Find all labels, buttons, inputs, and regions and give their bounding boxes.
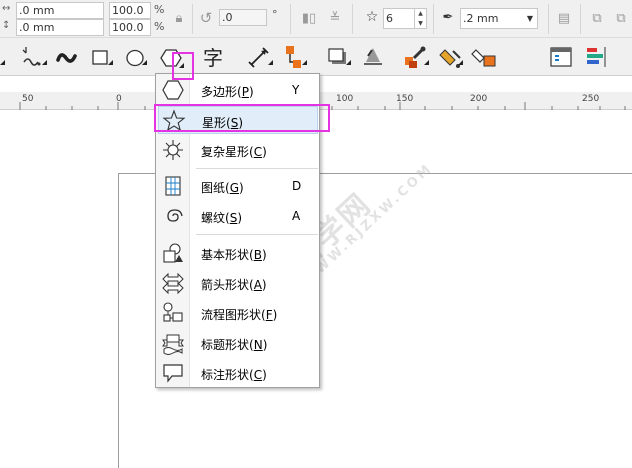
- menu-item-spiral[interactable]: 螺纹(S) A: [158, 202, 318, 230]
- mirror-vertical-icon[interactable]: ≚: [326, 10, 344, 27]
- rotation-field[interactable]: .0: [219, 9, 267, 26]
- menu-item-shortcut: Y: [292, 83, 300, 97]
- align-distribute-icon[interactable]: [582, 42, 612, 72]
- separator: [290, 4, 291, 34]
- flyout-triangle-icon[interactable]: [0, 60, 5, 65]
- menu-item-label: 复杂星形(C): [201, 145, 267, 159]
- menu-item-basic-shapes[interactable]: 基本形状(B): [158, 239, 318, 267]
- wrap-text-icon[interactable]: ▤: [555, 10, 573, 27]
- ruler-label: 200: [470, 94, 488, 104]
- star-points-spinner[interactable]: ▲ ▼: [414, 9, 426, 29]
- menu-item-polygon[interactable]: 多边形(P) Y: [158, 76, 318, 104]
- menu-item-label: 螺纹(S): [201, 211, 243, 225]
- rotate-icon: ↺: [199, 9, 213, 27]
- scale-x-percent: %: [154, 3, 165, 16]
- flyout-triangle-icon[interactable]: [268, 60, 273, 65]
- callout-shapes-icon: [161, 361, 185, 385]
- menu-item-label: 多边形(P): [201, 85, 254, 99]
- toolbox: 字: [0, 38, 632, 76]
- flyout-triangle-icon[interactable]: [42, 60, 47, 65]
- scale-y-field[interactable]: 100.0: [109, 19, 151, 36]
- property-bar: ↔ .0 mm ↕ .0 mm 100.0 % 100.0 % 🔒︎ ↺ .0 …: [0, 0, 632, 38]
- separator: [580, 4, 581, 34]
- menu-item-arrow-shapes[interactable]: 箭头形状(A): [158, 269, 318, 297]
- freehand-tool-icon[interactable]: [18, 42, 48, 72]
- menu-item-label: 标注形状(C): [201, 368, 267, 382]
- to-front-icon[interactable]: ⧉: [588, 10, 606, 27]
- lock-ratio-icon[interactable]: 🔒︎: [172, 10, 186, 27]
- flyout-triangle-icon[interactable]: [346, 60, 351, 65]
- rotation-degree: °: [272, 8, 278, 21]
- eyedropper-tool-icon[interactable]: [400, 42, 430, 72]
- flyout-triangle-icon[interactable]: [302, 60, 307, 65]
- interactive-fill-tool-icon[interactable]: [436, 42, 466, 72]
- ruler-label: 250: [582, 94, 600, 104]
- ruler-label: 100: [336, 94, 354, 104]
- arrow-shapes-icon: [161, 271, 185, 295]
- dimension-tool-icon[interactable]: [244, 42, 274, 72]
- transparency-tool-icon[interactable]: [358, 42, 388, 72]
- rectangle-tool-icon[interactable]: [86, 42, 116, 72]
- menu-item-graph-paper[interactable]: 图纸(G) D: [158, 172, 318, 200]
- outline-width-value: .2 mm: [463, 12, 499, 25]
- spiral-icon: [161, 204, 185, 228]
- ellipse-tool-icon[interactable]: [120, 42, 150, 72]
- width-field[interactable]: .0 mm: [16, 2, 104, 19]
- star-points-value: 6: [386, 12, 393, 25]
- object-manager-icon[interactable]: [546, 42, 576, 72]
- height-icon: ↕: [2, 20, 11, 31]
- menu-item-banner-shapes[interactable]: 标题形状(N): [158, 329, 318, 357]
- separator: [192, 4, 193, 34]
- separator: [352, 4, 353, 34]
- menu-item-label: 标题形状(N): [201, 338, 268, 352]
- complex-star-icon: [161, 138, 185, 162]
- menu-item-flowchart-shapes[interactable]: 流程图形状(F): [158, 299, 318, 327]
- separator: [548, 4, 549, 34]
- svg-text:字: 字: [203, 46, 223, 70]
- star-points-field[interactable]: 6 ▲ ▼: [383, 8, 427, 29]
- flyout-triangle-icon[interactable]: [424, 60, 429, 65]
- page-border-left: [118, 173, 119, 468]
- chevron-down-icon: ▼: [526, 14, 533, 23]
- graph-paper-icon: [161, 174, 185, 198]
- drop-shadow-tool-icon[interactable]: [323, 42, 353, 72]
- outline-width-select[interactable]: .2 mm ▼: [460, 8, 538, 29]
- height-field[interactable]: .0 mm: [16, 19, 104, 36]
- menu-separator: [196, 234, 318, 235]
- menu-item-label: 基本形状(B): [201, 248, 267, 262]
- flyout-triangle-icon[interactable]: [458, 60, 463, 65]
- text-tool-icon[interactable]: 字: [199, 42, 229, 72]
- ruler-label: 0: [116, 94, 122, 104]
- mirror-horizontal-icon[interactable]: ▮▯: [300, 10, 318, 27]
- star-points-icon: ☆: [365, 9, 379, 25]
- menu-item-label: 流程图形状(F): [201, 308, 278, 322]
- menu-item-shortcut: D: [292, 179, 302, 193]
- flowchart-shapes-icon: [161, 301, 185, 325]
- flyout-triangle-icon[interactable]: [142, 60, 147, 65]
- menu-item-shortcut: A: [292, 209, 301, 223]
- separator: [433, 4, 434, 34]
- menu-item-complex-star[interactable]: 复杂星形(C): [158, 136, 318, 164]
- outline-pen-icon: ✒: [442, 10, 454, 25]
- flyout-triangle-icon[interactable]: [108, 60, 113, 65]
- scale-y-percent: %: [154, 20, 165, 33]
- menu-item-label: 图纸(G): [201, 181, 244, 195]
- highlight-box-flyout-trigger: [172, 52, 194, 80]
- highlight-box-star-item: [154, 104, 330, 132]
- ruler-label: 50: [22, 94, 34, 104]
- width-icon: ↔: [2, 3, 11, 14]
- connector-tool-icon[interactable]: [278, 42, 308, 72]
- ruler-label: 150: [396, 94, 414, 104]
- to-back-icon[interactable]: ⧉: [612, 10, 630, 27]
- menu-item-label: 箭头形状(A): [201, 278, 267, 292]
- scale-x-field[interactable]: 100.0: [109, 2, 151, 19]
- basic-shapes-icon: [161, 241, 185, 265]
- polygon-icon: [161, 78, 185, 102]
- menu-separator: [196, 168, 318, 169]
- smart-fill-tool-icon[interactable]: [470, 42, 500, 72]
- artistic-media-tool-icon[interactable]: [52, 42, 82, 72]
- banner-shapes-icon: [161, 331, 185, 355]
- menu-item-callout-shapes[interactable]: 标注形状(C): [158, 359, 318, 387]
